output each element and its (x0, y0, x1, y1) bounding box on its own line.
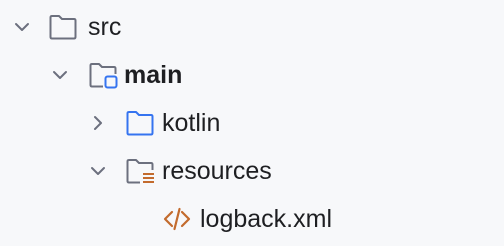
tree-row-main[interactable]: main (0, 51, 504, 99)
tree-row-src[interactable]: src (0, 3, 504, 51)
project-tree: src main kotlin resources logback.xml (0, 0, 504, 246)
tree-row-kotlin[interactable]: kotlin (0, 99, 504, 147)
tree-item-label: logback.xml (200, 205, 332, 233)
tree-item-label: main (124, 61, 183, 89)
xml-file-icon (163, 207, 191, 231)
tree-item-label: resources (162, 157, 272, 185)
tree-row-logback-xml[interactable]: logback.xml (0, 195, 504, 243)
chevron-down-icon[interactable] (50, 65, 70, 85)
chevron-down-icon[interactable] (12, 17, 32, 37)
source-folder-icon (126, 111, 154, 136)
resources-folder-icon (126, 159, 154, 184)
chevron-right-icon[interactable] (88, 113, 108, 133)
source-root-folder-icon (89, 63, 118, 89)
tree-item-label: kotlin (162, 109, 221, 137)
tree-item-label: src (88, 13, 122, 41)
chevron-down-icon[interactable] (88, 161, 108, 181)
folder-icon (49, 15, 77, 40)
tree-row-resources[interactable]: resources (0, 147, 504, 195)
